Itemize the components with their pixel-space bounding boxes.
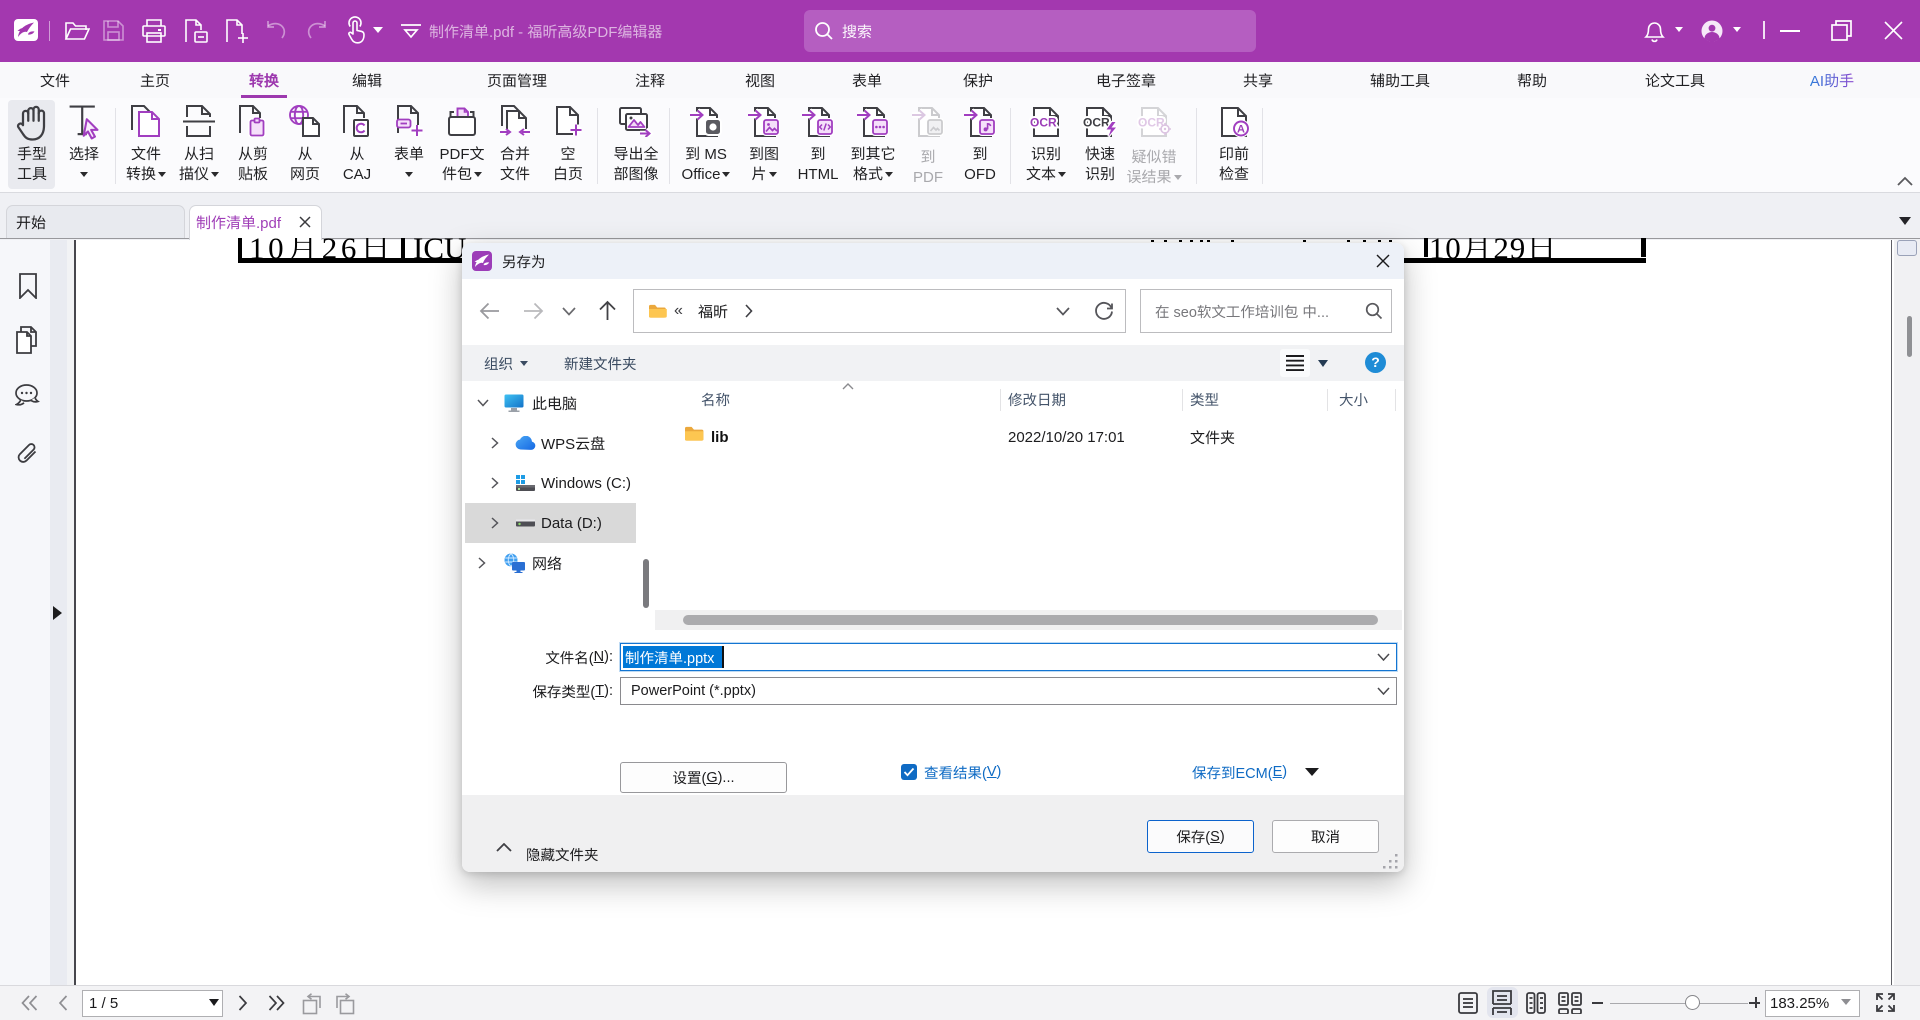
svg-text:ICU: ICU [413, 238, 466, 263]
svg-text:OCR: OCR [1083, 116, 1110, 130]
svg-text:A: A [1237, 124, 1245, 136]
svg-text:10月29日: 10月29日 [1429, 238, 1558, 263]
svg-text:10月26日: 10月26日 [249, 238, 395, 263]
svg-text:OCR: OCR [1030, 116, 1057, 130]
